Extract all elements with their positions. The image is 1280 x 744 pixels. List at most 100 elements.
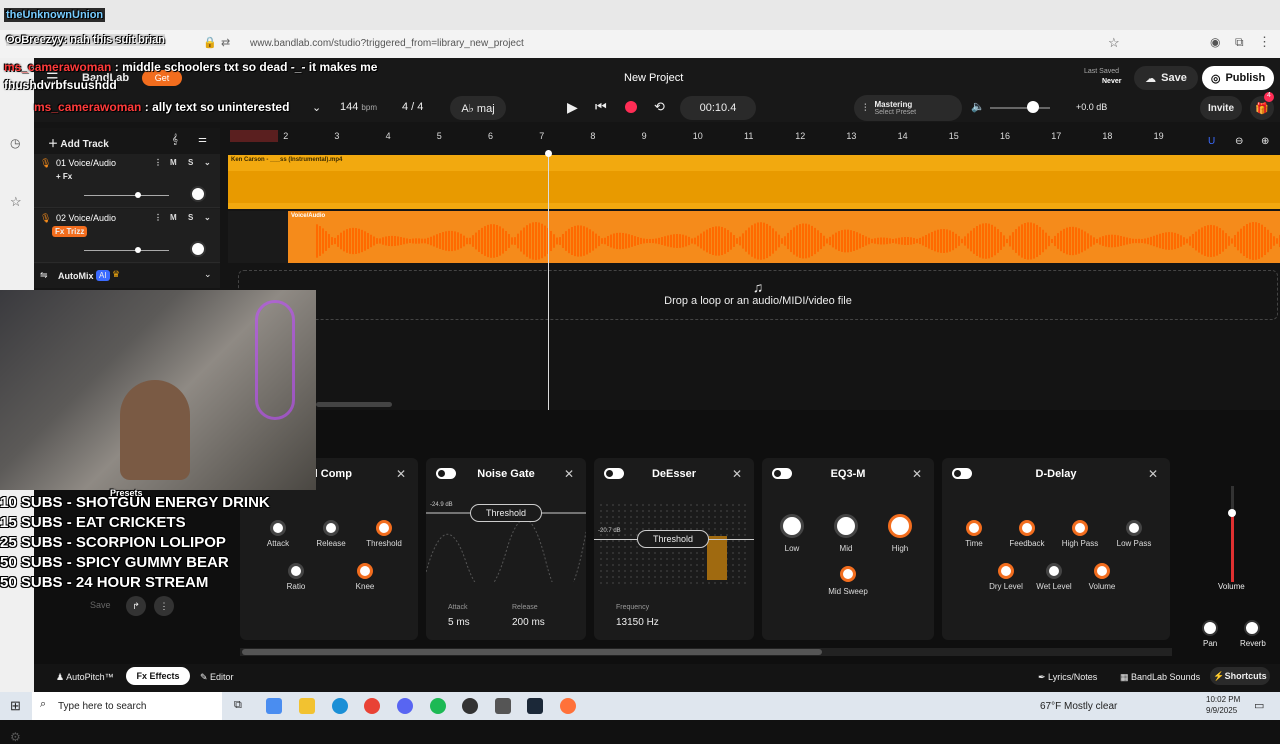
delay-volume-knob[interactable] (1094, 563, 1110, 579)
track-pan-knob[interactable] (190, 241, 206, 257)
delay-wet-knob[interactable] (1046, 563, 1062, 579)
profile-icon[interactable]: ◉ (1210, 35, 1220, 49)
close-icon[interactable]: ✕ (732, 467, 742, 481)
skip-back-icon[interactable]: ⏮ (595, 99, 607, 115)
close-icon[interactable]: ✕ (396, 467, 406, 481)
track-solo-button[interactable]: S (188, 213, 193, 222)
mastering-selector[interactable]: ⫶ Mastering Select Preset (854, 95, 962, 121)
playhead-handle[interactable] (545, 150, 552, 157)
file-explorer-icon[interactable] (299, 698, 315, 714)
spotify-icon[interactable] (430, 698, 446, 714)
track-mute-button[interactable]: M (170, 158, 177, 167)
app-icon[interactable] (495, 698, 511, 714)
play-icon[interactable]: ▶ (567, 99, 578, 116)
release-knob[interactable] (323, 520, 339, 536)
edge-icon[interactable] (332, 698, 348, 714)
share-icon[interactable]: ↱ (126, 596, 146, 616)
close-icon[interactable]: ✕ (1148, 467, 1158, 481)
master-volume-fader[interactable] (1228, 509, 1236, 517)
tuner-icon[interactable]: 𝄞 (172, 134, 178, 145)
save-button[interactable]: ☁ Save (1134, 66, 1198, 90)
track-name[interactable]: 01 Voice/Audio (56, 158, 116, 168)
speaker-icon[interactable]: 🔈 (971, 100, 985, 113)
delay-dry-knob[interactable] (998, 563, 1014, 579)
automix-row[interactable]: ⇋ AutoMix AI ♛ ⌄ (34, 264, 220, 288)
track-solo-button[interactable]: S (188, 158, 193, 167)
loop-icon[interactable]: ⟲ (654, 99, 665, 115)
more-icon[interactable]: ⋮ (154, 596, 174, 616)
fx-scroll-thumb[interactable] (242, 649, 822, 655)
close-icon[interactable]: ✕ (564, 467, 574, 481)
discord-icon[interactable] (397, 698, 413, 714)
knee-knob[interactable] (357, 563, 373, 579)
chevron-down-icon[interactable]: ⌄ (204, 158, 211, 167)
eq-low-knob[interactable] (780, 514, 804, 538)
address-bar[interactable]: 🔒 ⇄ www.bandlab.com/studio?triggered_fro… (195, 32, 1155, 54)
autopitch-tab[interactable]: ♟ AutoPitch™ (56, 672, 114, 683)
history-icon[interactable]: ◷ (10, 136, 20, 150)
eq-mid-sweep-knob[interactable] (840, 566, 856, 582)
favorites-icon[interactable]: ☆ (10, 194, 22, 210)
deesser-threshold-button[interactable]: Threshold (637, 530, 709, 548)
gate-attack-value[interactable]: 5 ms (448, 617, 470, 628)
lyrics-notes-button[interactable]: ✒ Lyrics/Notes (1038, 672, 1097, 683)
audio-region-1[interactable]: Ken Carson - ___ss (Instrumental).mp4 (228, 155, 1280, 209)
track-fx-button[interactable]: + Fx (56, 172, 72, 181)
editor-tab[interactable]: ✎ Editor (200, 672, 234, 683)
deesser-frequency-value[interactable]: 13150 Hz (616, 617, 659, 628)
track-volume-slider[interactable] (84, 250, 169, 251)
key-selector[interactable]: A♭ maj (450, 96, 506, 120)
taskbar-search[interactable]: ⌕ Type here to search (32, 692, 222, 720)
master-volume-handle[interactable] (1027, 101, 1039, 113)
bpm-control[interactable]: 144 bpm (340, 101, 377, 113)
master-pan-knob[interactable] (1202, 620, 1218, 636)
magnet-icon[interactable]: U (1208, 136, 1215, 147)
track-settings-icon[interactable]: ⚌ (198, 134, 207, 145)
project-title[interactable]: New Project (624, 72, 683, 84)
threshold-knob[interactable] (376, 520, 392, 536)
track-pan-knob[interactable] (190, 186, 206, 202)
notification-icon[interactable]: ▭ (1254, 699, 1264, 712)
delay-lowpass-knob[interactable] (1126, 520, 1142, 536)
drop-zone[interactable]: ♫ Drop a loop or an audio/MIDI/video fil… (238, 270, 1278, 320)
deesser-band[interactable] (707, 536, 727, 580)
track-more-icon[interactable]: ⋮ (154, 213, 162, 222)
clock-time[interactable]: 10:02 PM (1206, 695, 1240, 704)
track-row-1[interactable]: 🎙 01 Voice/Audio + Fx M S ⋮ ⌄ (34, 154, 220, 208)
close-icon[interactable]: ✕ (912, 467, 922, 481)
delay-feedback-knob[interactable] (1019, 520, 1035, 536)
copilot-icon[interactable] (266, 698, 282, 714)
gate-release-value[interactable]: 200 ms (512, 617, 545, 628)
invite-button[interactable]: Invite (1200, 96, 1242, 120)
timeline-ruler[interactable]: 12345678910111213141516171819 (228, 128, 1280, 144)
eq-mid-knob[interactable] (834, 514, 858, 538)
zoom-in-icon[interactable]: ⊕ (1261, 136, 1269, 147)
track-volume-handle[interactable] (135, 247, 141, 253)
extensions-icon[interactable]: ⧉ (1235, 35, 1244, 50)
add-track-button[interactable]: ＋ Add Track (48, 135, 109, 150)
site-settings-icon[interactable]: ⇄ (221, 36, 230, 49)
chrome-icon[interactable] (364, 698, 380, 714)
track-mute-button[interactable]: M (170, 213, 177, 222)
chevron-down-icon[interactable]: ⌄ (204, 213, 211, 222)
obs-icon[interactable] (462, 698, 478, 714)
preset-save-button[interactable]: Save (90, 600, 111, 610)
menu-icon[interactable]: ⋮ (1258, 34, 1271, 50)
delay-time-knob[interactable] (966, 520, 982, 536)
horizontal-scrollbar[interactable] (316, 402, 392, 407)
track-volume-slider[interactable] (84, 195, 169, 196)
task-view-icon[interactable]: ⧉ (234, 699, 242, 712)
windows-start-icon[interactable]: ⊞ (10, 698, 21, 714)
audio-region-2[interactable]: Voice/Audio (288, 211, 1280, 263)
track-fx-button[interactable]: Fx Trizz (52, 226, 88, 237)
loop-region[interactable] (230, 130, 278, 142)
track-more-icon[interactable]: ⋮ (154, 158, 162, 167)
time-signature[interactable]: 4 / 4 (402, 101, 423, 113)
master-volume-slider[interactable] (990, 107, 1050, 109)
playhead[interactable] (548, 150, 549, 410)
record-icon[interactable] (625, 101, 637, 113)
track-row-2[interactable]: 🎙 02 Voice/Audio Fx Trizz M S ⋮ ⌄ (34, 209, 220, 263)
star-icon[interactable]: ☆ (1108, 35, 1120, 51)
steam-icon[interactable] (527, 698, 543, 714)
master-reverb-knob[interactable] (1244, 620, 1260, 636)
